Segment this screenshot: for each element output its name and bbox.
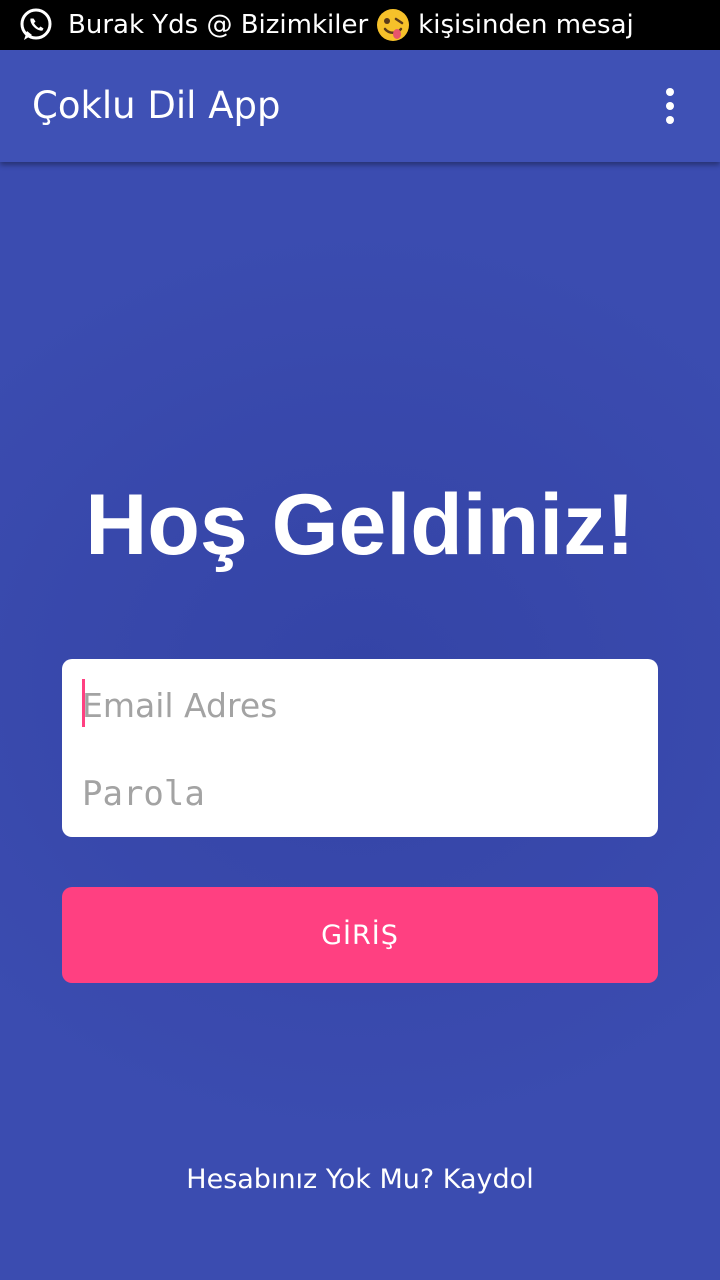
text-cursor [82, 679, 85, 727]
whatsapp-icon [18, 7, 54, 43]
status-bar: Burak Yds @ Bizimkiler kişisinden mesaj [0, 0, 720, 50]
app-title: Çoklu Dil App [32, 84, 281, 127]
notification-text: Burak Yds @ Bizimkiler kişisinden mesaj [68, 8, 634, 42]
password-field[interactable] [82, 764, 642, 824]
app-bar: Çoklu Dil App [0, 50, 720, 162]
signup-link[interactable]: Hesabınız Yok Mu? Kaydol [0, 1162, 720, 1198]
zany-face-emoji-icon [376, 8, 410, 42]
more-vert-icon[interactable] [646, 82, 694, 130]
notification-sender: Burak Yds @ Bizimkiler [68, 10, 369, 40]
app-screen: Burak Yds @ Bizimkiler kişisinden mesaj … [0, 0, 720, 1280]
notification-message: kişisinden mesaj [418, 10, 634, 40]
email-field[interactable] [82, 675, 642, 735]
overflow-dot [666, 102, 674, 110]
login-form-card [62, 659, 658, 837]
welcome-title: Hoş Geldiniz! [85, 477, 635, 573]
login-button[interactable]: GİRİŞ [62, 887, 658, 983]
overflow-dot [666, 88, 674, 96]
overflow-dot [666, 116, 674, 124]
